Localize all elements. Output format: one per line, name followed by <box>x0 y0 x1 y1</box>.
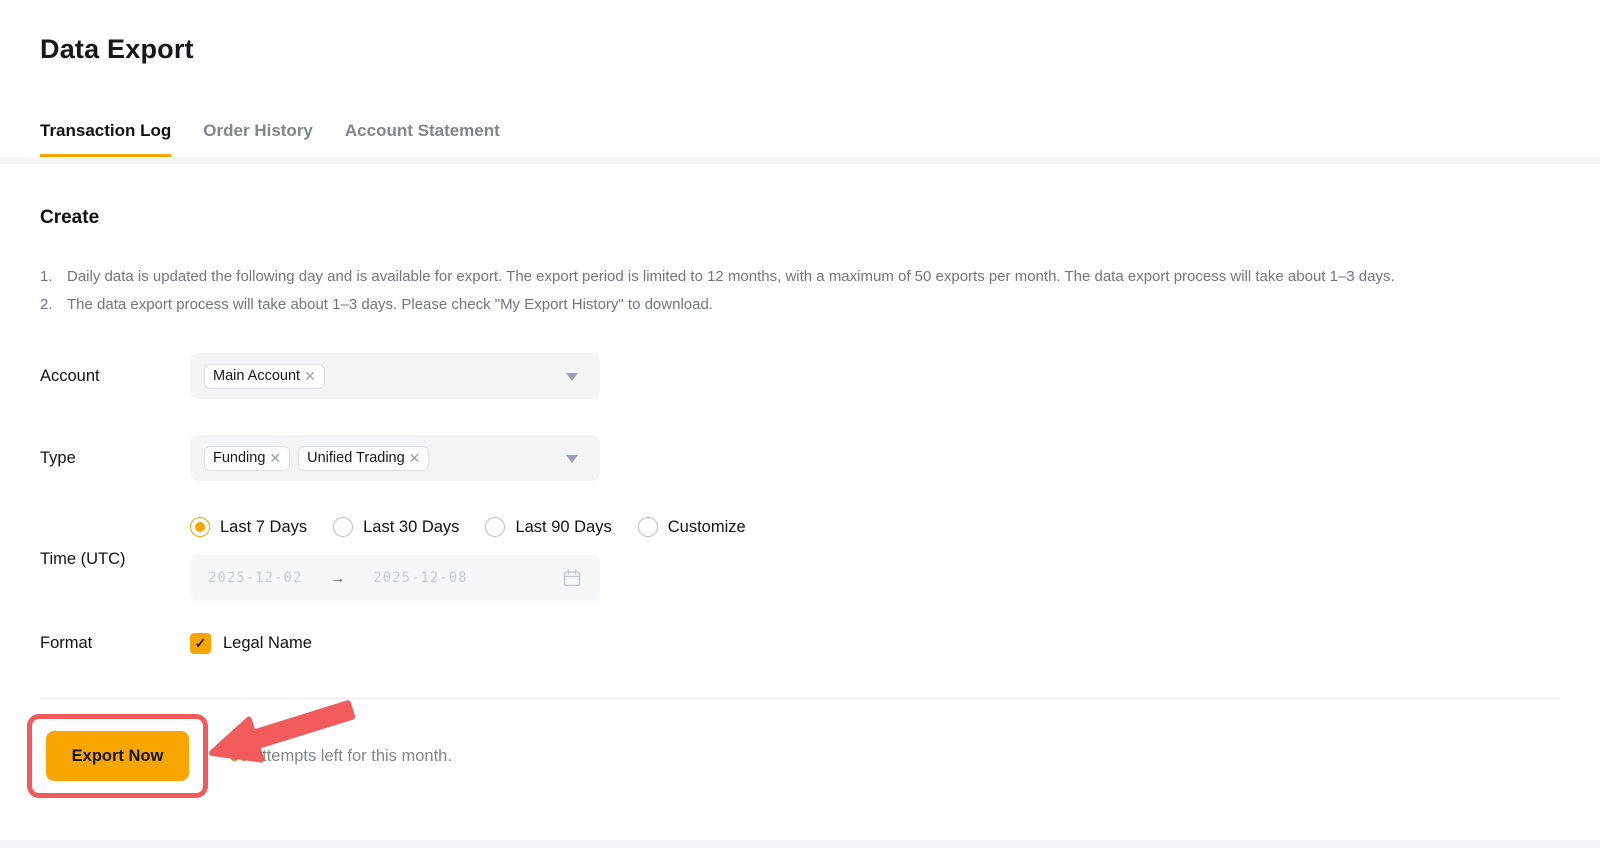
checkbox-label: Legal Name <box>223 634 312 653</box>
caret-down-icon <box>566 373 578 381</box>
note-text: Daily data is updated the following day … <box>67 263 1395 291</box>
note-item: 1. Daily data is updated the following d… <box>40 263 1560 291</box>
date-end-value: 2025-12-08 <box>373 570 467 586</box>
time-controls: Last 7 Days Last 30 Days Last 90 Days Cu… <box>190 517 746 601</box>
radio-label: Last 7 Days <box>220 518 307 537</box>
account-tag: Main Account ✕ <box>204 364 325 389</box>
account-tag-label: Main Account <box>213 368 300 384</box>
export-form: Account Main Account ✕ Type Funding ✕ Un… <box>40 353 1560 654</box>
radio-label: Last 90 Days <box>515 518 611 537</box>
radio-last-7-days[interactable]: Last 7 Days <box>190 517 307 537</box>
remove-tag-icon[interactable]: ✕ <box>269 450 281 467</box>
date-range-input[interactable]: 2025-12-02 → 2025-12-08 <box>190 555 600 601</box>
note-number: 2. <box>40 291 67 319</box>
date-range-arrow-icon: → <box>330 570 345 587</box>
radio-last-30-days[interactable]: Last 30 Days <box>333 517 459 537</box>
account-select[interactable]: Main Account ✕ <box>190 353 600 399</box>
radio-last-90-days[interactable]: Last 90 Days <box>485 517 611 537</box>
tab-bar: Transaction Log Order History Account St… <box>40 121 1560 157</box>
footer-actions: Export Now 50 attempts left for this mon… <box>27 714 1560 798</box>
remove-tag-icon[interactable]: ✕ <box>409 450 421 467</box>
note-text: The data export process will take about … <box>67 291 713 319</box>
type-label: Type <box>40 449 190 468</box>
header-separator <box>0 157 1600 164</box>
time-row: Time (UTC) Last 7 Days Last 30 Days Last… <box>40 517 1560 601</box>
account-label: Account <box>40 367 190 386</box>
footer-divider <box>40 698 1560 699</box>
attempts-count: 50 <box>230 747 248 765</box>
radio-label: Last 30 Days <box>363 518 459 537</box>
checkmark-icon: ✓ <box>195 635 207 652</box>
annotation-highlight-box: Export Now <box>27 714 208 798</box>
page-header: Data Export Transaction Log Order Histor… <box>0 0 1600 157</box>
time-label: Time (UTC) <box>40 550 190 569</box>
type-row: Type Funding ✕ Unified Trading ✕ <box>40 435 1560 481</box>
format-label: Format <box>40 634 190 653</box>
main-content: Create 1. Daily data is updated the foll… <box>0 207 1600 798</box>
radio-unselected-icon <box>638 517 658 537</box>
tab-order-history[interactable]: Order History <box>203 121 313 157</box>
caret-down-icon <box>566 455 578 463</box>
page-bottom-strip <box>0 840 1600 848</box>
radio-unselected-icon <box>333 517 353 537</box>
radio-selected-icon <box>190 517 210 537</box>
section-title: Create <box>40 207 1560 229</box>
tab-transaction-log[interactable]: Transaction Log <box>40 121 171 157</box>
type-tag: Funding ✕ <box>204 446 290 471</box>
attempts-remaining: 50 attempts left for this month. <box>230 747 452 766</box>
date-start-value: 2025-12-02 <box>208 570 302 586</box>
export-notes: 1. Daily data is updated the following d… <box>40 263 1560 319</box>
attempts-text: attempts left for this month. <box>248 747 452 765</box>
type-tag: Unified Trading ✕ <box>298 446 429 471</box>
type-tag-label: Funding <box>213 450 265 466</box>
radio-customize[interactable]: Customize <box>638 517 746 537</box>
type-tag-label: Unified Trading <box>307 450 405 466</box>
page-title: Data Export <box>40 34 1560 65</box>
account-row: Account Main Account ✕ <box>40 353 1560 399</box>
time-range-options: Last 7 Days Last 30 Days Last 90 Days Cu… <box>190 517 746 537</box>
radio-unselected-icon <box>485 517 505 537</box>
radio-label: Customize <box>668 518 746 537</box>
calendar-icon[interactable] <box>562 568 582 588</box>
export-now-button[interactable]: Export Now <box>46 731 189 781</box>
tab-account-statement[interactable]: Account Statement <box>345 121 500 157</box>
type-select[interactable]: Funding ✕ Unified Trading ✕ <box>190 435 600 481</box>
note-number: 1. <box>40 263 67 291</box>
remove-tag-icon[interactable]: ✕ <box>304 368 316 385</box>
format-row: Format ✓ Legal Name <box>40 633 1560 654</box>
format-control: ✓ Legal Name <box>190 633 312 654</box>
note-item: 2. The data export process will take abo… <box>40 291 1560 319</box>
legal-name-checkbox[interactable]: ✓ <box>190 633 211 654</box>
